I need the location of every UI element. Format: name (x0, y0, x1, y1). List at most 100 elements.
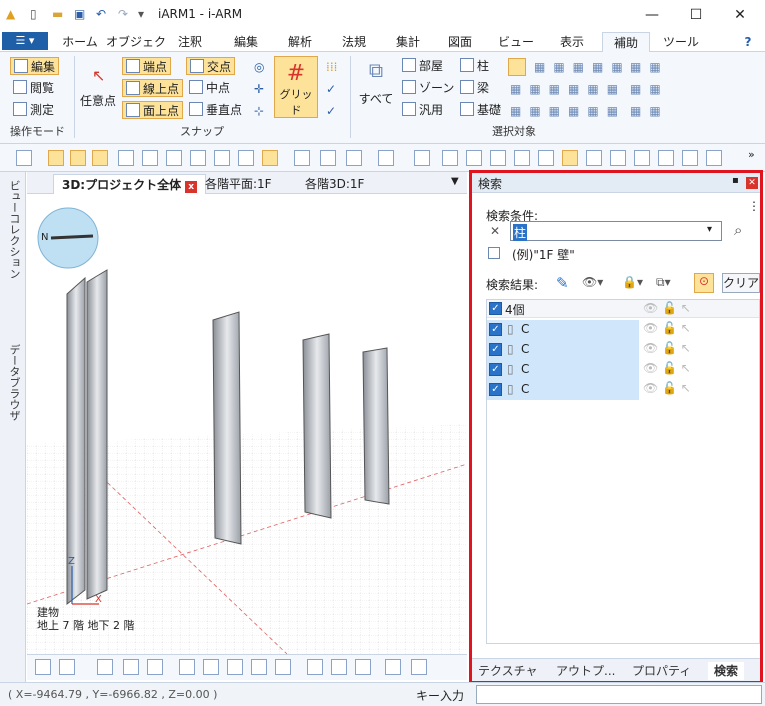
stair-tool-icon[interactable] (634, 150, 650, 166)
row-state-icons[interactable]: 👁 🔓 ↖ (643, 341, 691, 355)
new-file-icon[interactable]: ▯ (30, 7, 37, 21)
zoom-icon[interactable] (227, 659, 243, 675)
3d-viewport[interactable]: N Z X 建物 地上 7 階 地下 2 階 (27, 194, 467, 654)
close-tab-icon[interactable]: x (185, 181, 198, 193)
tab-tools[interactable]: ツール (656, 32, 706, 52)
check-snap-icon[interactable]: ✓ (326, 82, 336, 96)
row-state-icons[interactable]: 👁 🔓 ↖ (643, 381, 691, 395)
table-row[interactable]: ✓ ▯ C (487, 360, 639, 380)
column-select-button[interactable]: 柱 (460, 57, 489, 75)
tabs-dropdown-icon[interactable]: ▼ (451, 176, 459, 187)
edit-mode-button[interactable]: 編集 (10, 57, 60, 75)
open-folder-icon[interactable]: ▬ (52, 7, 63, 21)
column-2[interactable] (212, 311, 242, 545)
column-tool-icon[interactable] (514, 150, 530, 166)
misc-type-icons-row2[interactable]: ▦▦ (630, 82, 669, 96)
plus-tool-icon[interactable] (214, 150, 230, 166)
circle-snap-icon[interactable]: ◎ (254, 60, 264, 74)
tab-edit[interactable]: 編集 (226, 32, 266, 52)
row-state-icons[interactable]: 👁 🔓 ↖ (643, 321, 691, 335)
check-tool-icon[interactable] (320, 150, 336, 166)
row-state-icons[interactable]: 👁 🔓 ↖ (643, 361, 691, 375)
panel-close-icon[interactable]: ✕ (746, 177, 758, 189)
data-browser-tab[interactable]: データブラウザ (4, 344, 22, 474)
clear-results-button[interactable]: クリア (722, 273, 760, 293)
wireframe-icon[interactable] (97, 659, 113, 675)
check2-tool-icon[interactable] (346, 150, 362, 166)
zone-tool-icon[interactable] (466, 150, 482, 166)
redo-icon[interactable]: ↷ (118, 7, 128, 21)
refresh-icon[interactable] (179, 659, 195, 675)
maximize-button[interactable]: ☐ (674, 2, 718, 28)
dots-tool-icon[interactable] (294, 150, 310, 166)
beam-select-button[interactable]: 梁 (460, 79, 489, 97)
dots-grid-icon[interactable]: ⁞⁞⁞ (326, 60, 337, 74)
beam-tool-icon[interactable] (538, 150, 554, 166)
tab-display[interactable]: 表示 (550, 32, 594, 52)
close-button[interactable]: ✕ (718, 2, 762, 28)
tab-annotation[interactable]: 注釈 (170, 32, 210, 52)
settings-view-icon[interactable] (411, 659, 427, 675)
intersection-tool-icon[interactable] (118, 150, 134, 166)
column-4[interactable] (362, 347, 390, 505)
midpoint-tool-icon[interactable] (142, 150, 158, 166)
save-icon[interactable]: ▣ (74, 7, 85, 21)
generic-select-button[interactable]: 汎用 (402, 101, 443, 119)
room-tool-icon[interactable] (442, 150, 458, 166)
tab-search[interactable]: 検索 (708, 662, 745, 680)
tab-drawing[interactable]: 図面 (440, 32, 480, 52)
grid-tool-icon[interactable] (262, 150, 278, 166)
online-tool-icon[interactable] (70, 150, 86, 166)
quick-access-dropdown-icon[interactable]: ▾ (138, 7, 144, 21)
select-all-tool-icon[interactable] (414, 150, 430, 166)
select-all-button[interactable]: ⧉ すべて (356, 58, 396, 107)
generic-tool-icon[interactable] (490, 150, 506, 166)
toolbar-overflow-icon[interactable]: » (748, 148, 755, 161)
search-query-input[interactable]: 柱 ▾ (510, 221, 722, 241)
file-menu-button[interactable]: ☰ ▾ (2, 32, 48, 50)
door-tool-icon[interactable] (682, 150, 698, 166)
tab-view[interactable]: ビュー (492, 32, 540, 52)
orbit-icon[interactable] (275, 659, 291, 675)
row-checkbox[interactable]: ✓ (489, 383, 502, 396)
help-icon[interactable]: ? (738, 32, 758, 52)
slab-tool-icon[interactable] (586, 150, 602, 166)
fit-icon[interactable] (203, 659, 219, 675)
highlight-icon[interactable]: ✎ (556, 274, 569, 292)
row-checkbox[interactable]: ✓ (489, 323, 502, 336)
panel-more-icon[interactable]: ⋮ (748, 199, 760, 213)
tab-3d-project[interactable]: 3D:プロジェクト全体 x (53, 174, 207, 194)
tab-texture[interactable]: テクスチャ (478, 662, 538, 680)
tab-tally[interactable]: 集計 (388, 32, 428, 52)
plus-snap-icon[interactable]: ✛ (254, 82, 264, 96)
section-icon[interactable] (331, 659, 347, 675)
view-collection-tab[interactable]: ビューコレクション (4, 180, 22, 330)
select-objects-icon[interactable]: ⧉▾ (656, 275, 671, 290)
perpendicular-tool-icon[interactable] (166, 150, 182, 166)
object-type-icons-row2[interactable]: ▦▦▦▦▦▦ (510, 82, 626, 96)
column-3[interactable] (302, 333, 332, 519)
perpendicular-snap-button[interactable]: 垂直点 (189, 101, 242, 119)
endpoint-snap-button[interactable]: 端点 (122, 57, 172, 75)
undo-icon[interactable]: ↶ (96, 7, 106, 21)
level-icon[interactable] (59, 659, 75, 675)
furniture-tool-icon[interactable] (706, 150, 722, 166)
midpoint-snap-button[interactable]: 中点 (189, 79, 230, 97)
render-icon[interactable] (355, 659, 371, 675)
measure-mode-button[interactable]: 測定 (13, 101, 54, 119)
check-snap-2-icon[interactable]: ✓ (326, 104, 336, 118)
object-type-icons-row3[interactable]: ▦▦▦▦▦▦ (510, 104, 626, 118)
locate-icon[interactable]: ⊙ (694, 273, 714, 293)
tab-floor-plan-1f[interactable]: 各階平面:1F (197, 174, 280, 194)
wall-tool-icon[interactable] (562, 150, 578, 166)
grid-view-icon[interactable] (385, 659, 401, 675)
window-tool-icon[interactable] (658, 150, 674, 166)
tab-regulation[interactable]: 法規 (334, 32, 374, 52)
zone-select-button[interactable]: ゾーン (402, 79, 454, 97)
table-row[interactable]: ✓ ▯ C (487, 380, 639, 400)
onface-tool-icon[interactable] (92, 150, 108, 166)
3d-scene[interactable] (27, 194, 467, 654)
walk-icon[interactable] (307, 659, 323, 675)
on-line-snap-button[interactable]: 線上点 (122, 79, 184, 97)
tab-output[interactable]: アウトプ... (556, 662, 615, 680)
